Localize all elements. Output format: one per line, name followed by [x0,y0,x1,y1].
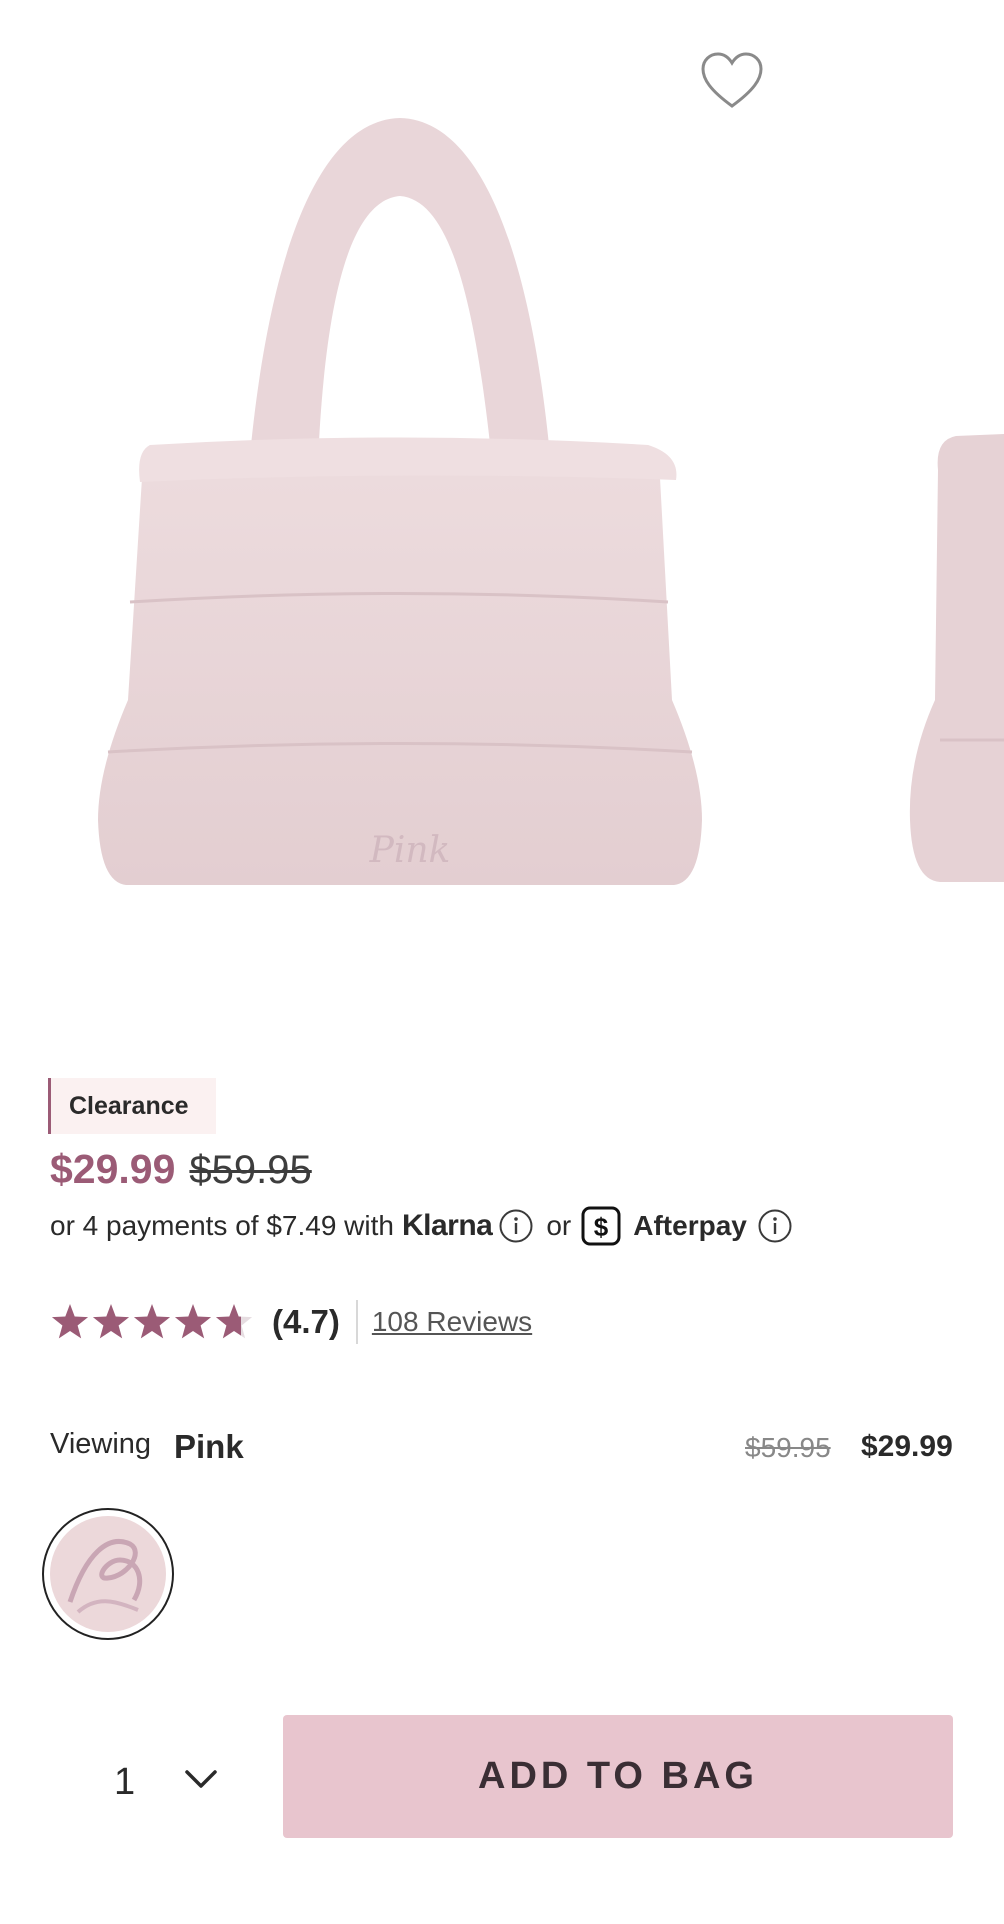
afterpay-logo-icon: $ [581,1206,621,1246]
star-icon [133,1304,171,1339]
variant-sale-price: $29.99 [861,1430,953,1463]
star-icon [174,1304,212,1339]
quantity-value: 1 [114,1760,136,1803]
chevron-down-icon [185,1770,217,1788]
afterpay-label: Afterpay [633,1210,747,1241]
product-image-gallery[interactable]: Pink [0,0,1004,1050]
installment-payments: or 4 payments of $7.49 with Klarna or $ … [50,1206,793,1246]
quantity-selector[interactable]: 1 [100,1752,250,1812]
clearance-badge: Clearance [48,1078,216,1134]
payments-text: or 4 payments of $7.49 with [50,1210,394,1241]
rating-row: (4.7) 108 Reviews [50,1300,532,1344]
rating-divider [355,1300,358,1344]
rating-value: (4.7) [272,1303,340,1340]
heart-outline-icon[interactable] [700,52,764,110]
star-icon [51,1304,89,1339]
variant-original-price: $59.95 [745,1432,831,1463]
price-row: $29.99 $59.95 [50,1146,312,1193]
star-icon [215,1304,253,1339]
klarna-logo: Klarna [401,1209,493,1242]
swatch-image [50,1516,166,1632]
bag-embroidery-text: Pink [369,830,451,871]
star-rating [51,1304,253,1339]
reviews-link[interactable]: 108 Reviews [372,1306,532,1338]
selected-color-name: Pink [174,1428,244,1465]
svg-text:$: $ [594,1212,609,1242]
klarna-info-icon[interactable] [498,1208,534,1244]
product-image: Pink [98,118,1004,885]
star-icon [92,1304,130,1339]
afterpay-info-icon[interactable] [757,1208,793,1244]
add-to-bag-button[interactable]: ADD TO BAG [283,1715,953,1838]
original-price: $59.95 [189,1148,312,1192]
or-text: or [546,1210,572,1241]
sale-price: $29.99 [50,1146,176,1192]
viewing-label: Viewing [50,1428,152,1460]
color-swatch-pink[interactable] [42,1508,174,1640]
